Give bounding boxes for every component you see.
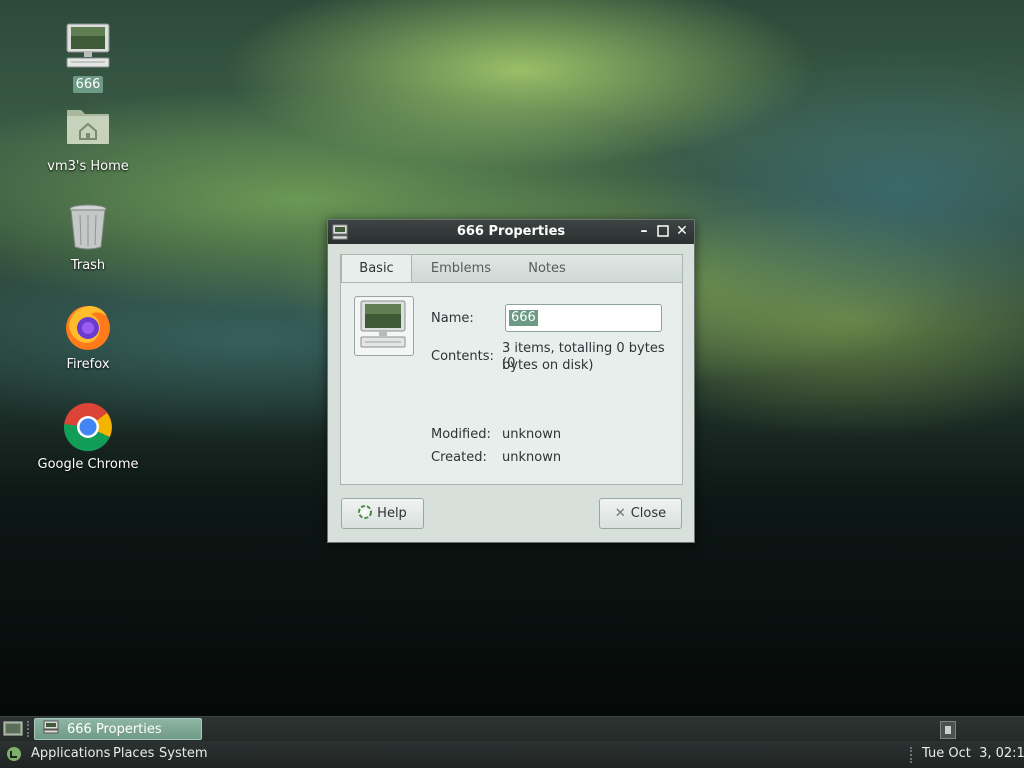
taskbar-window-button[interactable]: 666 Properties [34, 718, 202, 740]
desktop-icon-trash[interactable]: Trash [33, 203, 143, 274]
help-icon [358, 504, 373, 523]
file-icon-button[interactable] [354, 296, 414, 356]
modified-label: Modified: [431, 427, 491, 442]
name-field-selection: 666 [509, 310, 538, 326]
panel-handle[interactable] [910, 747, 914, 763]
close-button[interactable]: ✕ Close [599, 498, 682, 529]
desktop-icon-label: 666 [72, 76, 104, 93]
contents-label: Contents: [431, 349, 494, 364]
desktop-icon-chrome[interactable]: Google Chrome [33, 402, 143, 473]
desktop-icon-label: Google Chrome [37, 457, 139, 472]
chrome-icon [63, 402, 113, 452]
minimize-icon[interactable]: – [636, 223, 652, 239]
computer-icon [63, 22, 113, 72]
tab-basic[interactable]: Basic [341, 254, 412, 284]
applications-menu[interactable]: Applications [31, 746, 110, 761]
taskbar-window-label: 666 Properties [67, 721, 162, 737]
help-button-label: Help [377, 506, 407, 521]
show-desktop-icon[interactable] [3, 720, 23, 742]
basic-panel: Name: 666 Contents: 3 items, totalling 0… [340, 282, 683, 485]
desktop-icon-label: vm3's Home [47, 159, 129, 174]
help-button[interactable]: Help [341, 498, 424, 529]
firefox-icon [63, 302, 113, 352]
computer-icon [43, 720, 59, 738]
desktop-icon-home[interactable]: vm3's Home [33, 104, 143, 175]
places-menu[interactable]: Places [113, 746, 154, 761]
close-icon[interactable]: ✕ [674, 223, 690, 239]
panel-handle[interactable] [27, 721, 31, 737]
maximize-icon[interactable] [655, 223, 671, 239]
created-value: unknown [502, 450, 562, 465]
desktop-icon-666[interactable]: 666 [33, 22, 143, 93]
trash-icon [63, 203, 113, 253]
distro-logo-icon[interactable] [6, 746, 22, 766]
desktop-icon-firefox[interactable]: Firefox [33, 302, 143, 373]
modified-value: unknown [502, 427, 562, 442]
contents-value-line2: bytes on disk) [502, 358, 594, 373]
computer-icon [360, 300, 406, 348]
home-folder-icon [63, 104, 113, 154]
close-x-icon: ✕ [614, 506, 626, 521]
workspace-switcher[interactable] [940, 721, 956, 739]
system-menu[interactable]: System [159, 746, 207, 761]
top-menu-panel: Applications Places System Tue Oct 3, 02… [0, 741, 1024, 768]
desktop-icon-label: Firefox [66, 357, 110, 372]
tab-notes[interactable]: Notes [513, 255, 581, 283]
desktop: 666 vm3's Home Trash Firefox Google Chro… [0, 0, 1024, 716]
clock[interactable]: Tue Oct 3, 02:16 [922, 746, 1024, 761]
properties-dialog: 666 Properties – ✕ Basic Emblems Notes N… [327, 219, 695, 543]
window-list-panel: 666 Properties [0, 716, 1024, 741]
name-label: Name: [431, 311, 474, 326]
desktop-icon-label: Trash [70, 258, 106, 273]
tab-emblems[interactable]: Emblems [421, 255, 501, 283]
close-button-label: Close [630, 506, 667, 521]
created-label: Created: [431, 450, 487, 465]
dialog-titlebar[interactable]: 666 Properties – ✕ [328, 220, 694, 244]
tab-bar: Basic Emblems Notes [340, 254, 683, 284]
